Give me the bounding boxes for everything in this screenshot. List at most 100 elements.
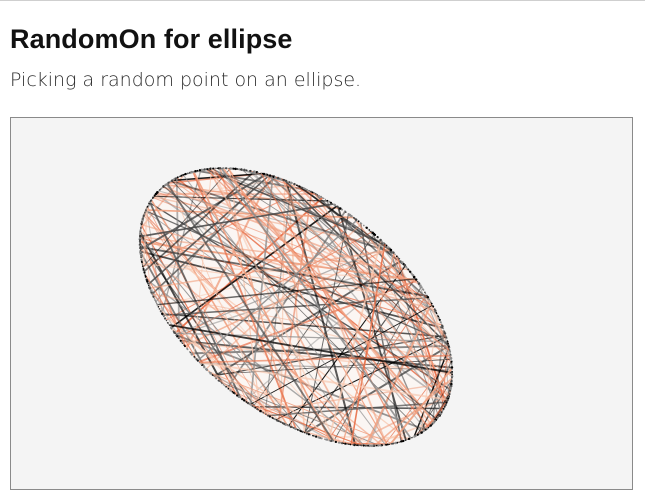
ellipse-boundary-point — [413, 435, 416, 438]
ellipse-boundary-point — [148, 284, 150, 287]
ellipse-boundary-point — [148, 286, 151, 289]
ellipse-boundary-point — [451, 368, 453, 371]
ellipse-boundary-point — [294, 427, 297, 431]
ellipse-boundary-point — [437, 416, 439, 419]
ellipse-boundary-point — [298, 185, 301, 188]
ellipse-boundary-point — [354, 218, 358, 221]
ellipse-boundary-point — [439, 321, 442, 324]
ellipse-boundary-point — [284, 179, 288, 183]
ellipse-boundary-point — [365, 226, 368, 229]
ellipse-boundary-point — [360, 444, 363, 447]
ellipse-boundary-point — [312, 434, 314, 437]
ellipse-boundary-point — [139, 250, 141, 252]
ellipse-boundary-point — [448, 347, 451, 349]
ellipse-boundary-point — [432, 305, 435, 308]
ellipse-boundary-point — [356, 444, 358, 447]
ellipse-boundary-point — [203, 366, 206, 369]
ellipse-boundary-point — [451, 378, 453, 380]
ellipse-boundary-point — [279, 421, 282, 423]
ellipse-boundary-point — [326, 199, 329, 202]
ellipse-boundary-point — [449, 352, 451, 354]
ellipse-boundary-point — [251, 405, 254, 407]
ellipse-boundary-point — [139, 228, 142, 231]
ellipse-boundary-point — [140, 226, 142, 228]
ellipse-boundary-point — [156, 304, 159, 306]
ellipse-boundary-point — [437, 317, 441, 320]
ellipse-boundary-point — [304, 187, 307, 190]
ellipse-boundary-point — [190, 353, 194, 356]
ellipse-boundary-point — [349, 443, 352, 446]
ellipse-boundary-point — [145, 208, 148, 210]
ellipse-boundary-point — [208, 371, 211, 373]
ellipse-boundary-point — [266, 174, 269, 176]
ellipse-boundary-point — [405, 265, 408, 268]
ellipse-boundary-point — [307, 433, 311, 436]
ellipse-boundary-point — [187, 172, 189, 175]
ellipse-boundary-point — [189, 351, 191, 353]
ellipse-boundary-point — [411, 436, 413, 439]
ellipse-boundary-point — [214, 167, 217, 170]
ellipse-boundary-point — [428, 299, 431, 301]
demo-canvas[interactable] — [10, 117, 633, 490]
ellipse-boundary-point — [144, 211, 146, 213]
page: RandomOn for ellipse Picking a random po… — [0, 0, 645, 503]
ellipse-boundary-point — [445, 337, 448, 340]
page-subtitle: Picking a random point on an ellipse. — [10, 69, 362, 91]
ellipse-boundary-point — [268, 174, 272, 177]
ellipse-boundary-point — [177, 337, 180, 340]
ellipse-boundary-point — [450, 358, 452, 360]
ellipse-boundary-point — [359, 444, 361, 447]
ellipse-boundary-point — [305, 432, 309, 435]
ellipse-boundary-point — [281, 422, 284, 425]
ellipse-boundary-point — [200, 363, 203, 366]
ellipse-boundary-point — [138, 237, 142, 240]
ellipse-boundary-point — [333, 203, 337, 207]
ellipse-boundary-point — [320, 437, 323, 440]
ellipse-boundary-point — [196, 169, 199, 172]
ellipse-boundary-point — [195, 358, 198, 361]
ellipse-boundary-point — [221, 382, 223, 384]
ellipse-boundary-point — [446, 340, 449, 343]
ellipse-boundary-point — [311, 191, 314, 194]
ellipse-boundary-point — [214, 377, 217, 379]
ellipse-boundary-point — [370, 230, 372, 233]
ellipse-boundary-point — [142, 217, 144, 219]
ellipse-boundary-point — [194, 170, 197, 173]
ellipse-boundary-point — [438, 414, 441, 418]
ellipse-boundary-point — [412, 275, 416, 279]
ellipse-boundary-point — [379, 444, 382, 447]
ellipse-boundary-point — [208, 168, 210, 170]
ellipse-boundary-point — [218, 166, 222, 170]
ellipse-boundary-point — [426, 295, 430, 299]
ellipse-boundary-point — [267, 414, 270, 417]
ellipse-boundary-point — [250, 170, 252, 172]
ellipse-boundary-point — [243, 168, 246, 172]
ellipse-boundary-point — [231, 390, 234, 393]
ellipse-boundary-point — [332, 440, 334, 442]
ellipse-boundary-point — [222, 383, 225, 386]
ellipse-boundary-point — [274, 176, 276, 179]
ellipse-boundary-point — [179, 339, 182, 342]
ellipse-boundary-point — [254, 406, 256, 409]
ellipse-boundary-point — [142, 267, 144, 269]
ellipse-boundary-point — [404, 439, 406, 441]
top-divider — [0, 0, 645, 1]
ellipse-boundary-point — [241, 168, 243, 171]
ellipse-boundary-point — [316, 194, 319, 196]
ellipse-boundary-point — [297, 429, 299, 431]
ellipse-boundary-point — [445, 334, 447, 337]
ellipse-boundary-point — [211, 374, 213, 376]
ellipse-boundary-point — [287, 424, 289, 427]
ellipse-boundary-point — [212, 167, 215, 170]
ellipse-boundary-point — [389, 248, 393, 252]
ellipse-boundary-point — [138, 243, 141, 246]
ellipse-boundary-point — [308, 190, 310, 192]
ellipse-boundary-point — [357, 220, 360, 223]
ellipse-boundary-point — [447, 342, 449, 345]
ellipse-boundary-point — [328, 439, 331, 442]
ellipse-boundary-point — [293, 182, 296, 186]
ellipse-boundary-point — [367, 444, 369, 447]
ellipse-boundary-point — [159, 310, 162, 312]
ellipse-boundary-point — [450, 380, 453, 383]
ellipse-boundary-point — [364, 444, 367, 447]
